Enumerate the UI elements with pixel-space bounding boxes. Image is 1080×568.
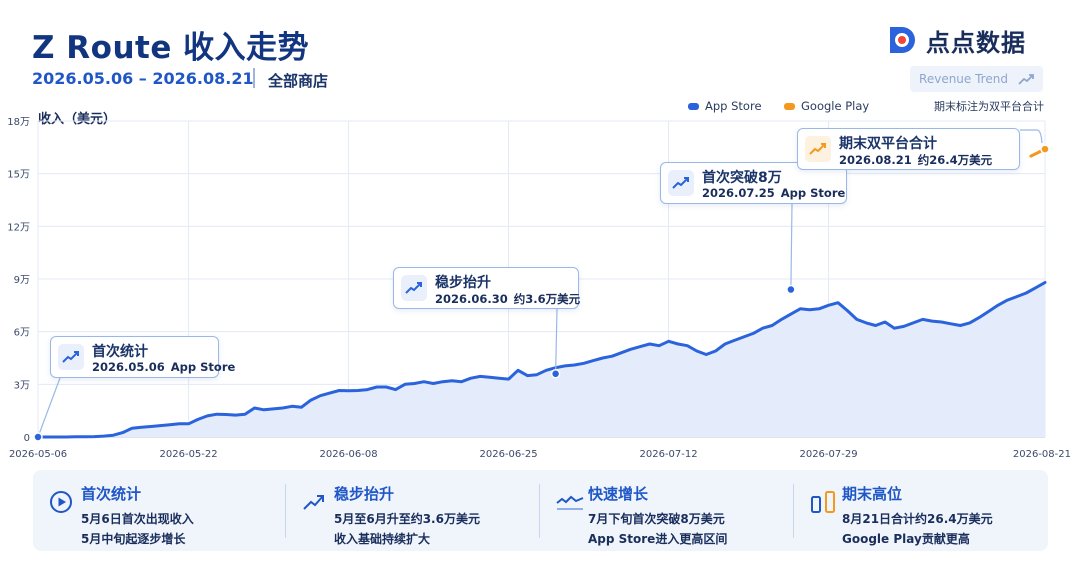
annotation-note: App Store	[170, 360, 236, 374]
annotation-date: 2026.08.21	[839, 153, 912, 167]
annotation-marker	[1040, 144, 1050, 154]
annotation-date: 2026.07.25	[702, 186, 775, 200]
annotation-date: 2026.05.06	[92, 360, 165, 374]
card-line-1: 8月21日合计约26.4万美元	[842, 512, 993, 526]
card-line-2: 收入基础持续扩大	[334, 532, 431, 546]
annotation-period-end-total: 期末双平台合计 2026.08.21 约26.4万美元	[797, 128, 1020, 170]
summary-card-period-end: 期末高位 8月21日合计约26.4万美元 Google Play贡献更高	[794, 470, 1048, 551]
annotation-marker	[550, 369, 561, 379]
y-tick-label: 0	[24, 433, 30, 444]
annotation-detail: 2026.08.21 约26.4万美元	[839, 152, 998, 168]
chart-canvas: Z Route 收入走势 2026.05.06 – 2026.08.21 全部商…	[0, 0, 1080, 568]
summary-panel: 首次统计 5月6日首次出现收入 5月中旬起逐步增长 稳步抬升 5月至6月升至约3…	[33, 470, 1048, 551]
trend-up-orange-icon	[805, 136, 831, 162]
card-line-2: Google Play贡献更高	[842, 532, 970, 546]
x-tick-label: 2026-05-22	[160, 449, 218, 460]
annotation-title: 首次突破8万	[702, 170, 782, 186]
card-title: 稳步抬升	[334, 485, 395, 503]
annotation-marker	[786, 284, 796, 295]
annotation-detail: 2026.07.25 App Store	[702, 186, 851, 200]
y-tick-label: 15万	[7, 170, 30, 181]
trend-up-icon	[58, 344, 84, 370]
card-line-1: 5月6日首次出现收入	[81, 512, 194, 526]
card-title: 首次统计	[81, 485, 142, 503]
annotation-first-record: 首次统计 2026.05.06 App Store	[50, 336, 235, 378]
trend-up-icon	[401, 275, 427, 301]
y-tick-label: 18万	[7, 117, 30, 128]
y-tick-label: 3万	[14, 380, 30, 391]
x-tick-label: 2026-07-12	[639, 449, 697, 460]
summary-card-fast-growth: 快速增长 7月下旬首次突破8万美元 App Store进入更高区间	[540, 470, 793, 551]
bars-icon	[811, 491, 835, 513]
y-tick-label: 9万	[14, 275, 30, 286]
x-tick-label: 2026-06-25	[479, 449, 537, 460]
card-line-1: 5月至6月升至约3.6万美元	[334, 512, 480, 526]
annotation-detail: 2026.05.06 App Store	[92, 360, 241, 374]
summary-card-first-record: 首次统计 5月6日首次出现收入 5月中旬起逐步增长	[33, 470, 285, 551]
annotation-leader	[37, 377, 61, 438]
card-line-2: App Store进入更高区间	[588, 532, 728, 546]
annotation-note: 约26.4万美元	[917, 153, 993, 167]
card-line-1: 7月下旬首次突破8万美元	[588, 512, 725, 526]
annotation-leader	[1020, 129, 1043, 144]
annotation-note: App Store	[780, 186, 846, 200]
trend-up-icon	[303, 495, 324, 510]
trend-up-icon	[668, 170, 694, 196]
card-line-2: 5月中旬起逐步增长	[81, 532, 186, 546]
annotation-note: 约3.6万美元	[513, 292, 581, 306]
x-tick-label: 2026-07-29	[799, 449, 857, 460]
annotation-title: 期末双平台合计	[839, 136, 937, 152]
y-tick-label: 12万	[7, 222, 30, 233]
play-circle-icon	[50, 491, 72, 513]
annotation-marker	[33, 432, 43, 442]
x-tick-label: 2026-06-08	[320, 449, 378, 460]
wave-line-icon	[556, 495, 584, 510]
annotation-steady-rise: 稳步抬升 2026.06.30 约3.6万美元	[393, 267, 580, 309]
x-tick-label: 2026-05-06	[9, 449, 67, 460]
annotation-leader	[555, 308, 558, 374]
annotation-date: 2026.06.30	[435, 292, 508, 306]
card-title: 快速增长	[588, 485, 649, 503]
annotation-title: 稳步抬升	[435, 275, 491, 291]
annotation-leader	[790, 203, 793, 290]
x-tick-label: 2026-08-21	[1013, 449, 1071, 460]
annotation-title: 首次统计	[92, 344, 148, 360]
y-tick-label: 6万	[14, 328, 30, 339]
card-title: 期末高位	[842, 485, 903, 503]
summary-card-steady-rise: 稳步抬升 5月至6月升至约3.6万美元 收入基础持续扩大	[286, 470, 539, 551]
annotation-detail: 2026.06.30 约3.6万美元	[435, 291, 586, 307]
